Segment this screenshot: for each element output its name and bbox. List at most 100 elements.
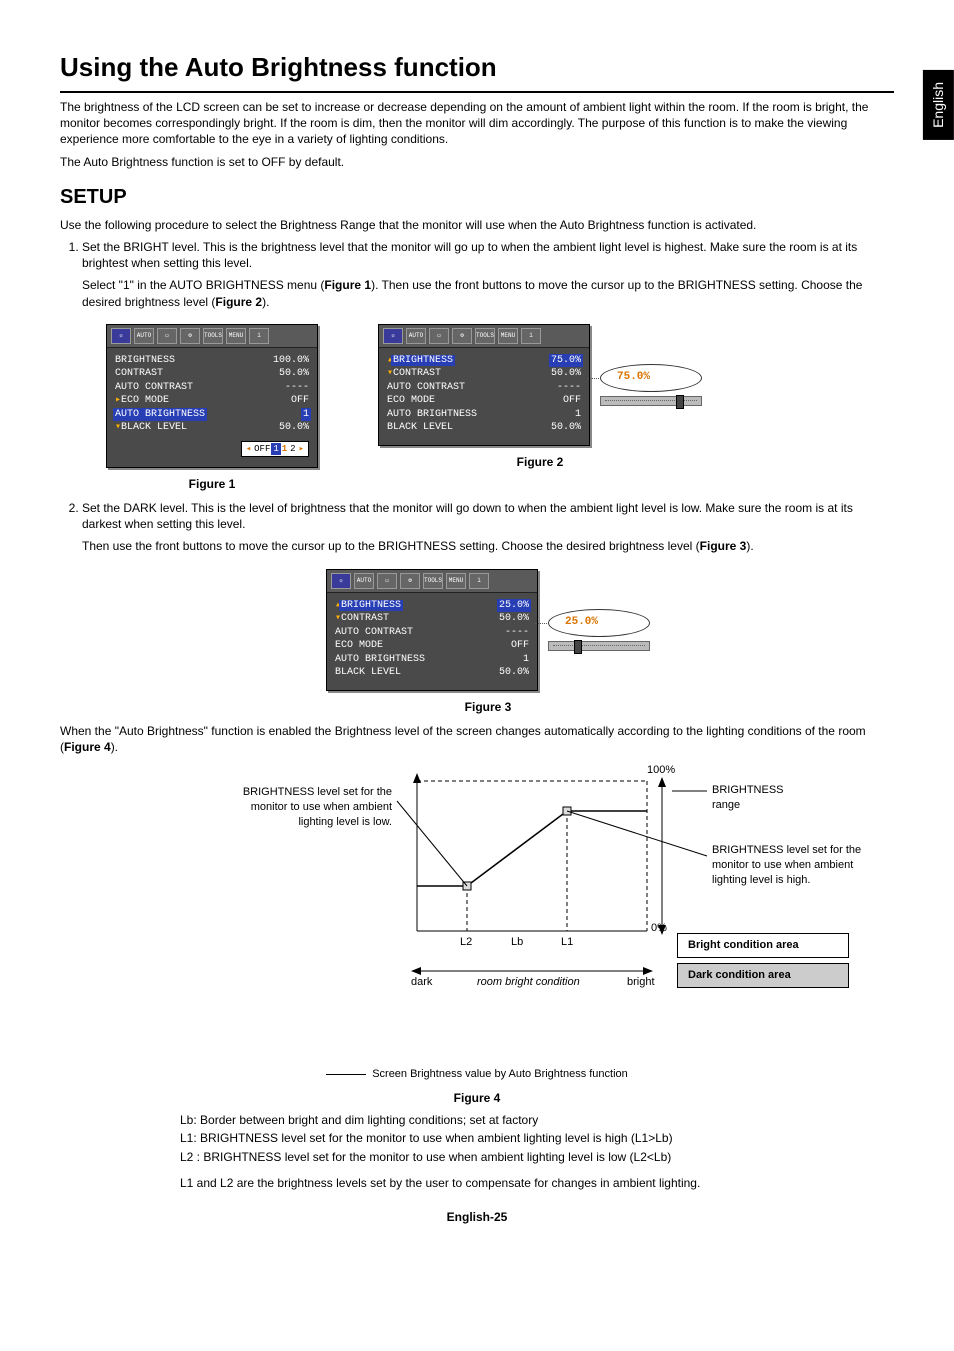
dark-condition-box: Dark condition area (677, 963, 849, 988)
osd-item: AUTO BRIGHTNESS (387, 408, 477, 422)
step-2: Set the DARK level. This is the level of… (82, 500, 894, 715)
osd-tab-icon: AUTO (134, 328, 154, 344)
osd-item: BRIGHTNESS (115, 354, 175, 368)
language-tab: English (923, 70, 954, 140)
slider-thumb-icon (574, 640, 582, 654)
setup-intro: Use the following procedure to select th… (60, 217, 894, 233)
osd-tab-icon: MENU (226, 328, 246, 344)
osd-value: 25.0% (497, 599, 531, 613)
step2b-post: ). (746, 539, 753, 553)
osd-tab-icon: ▭ (377, 573, 397, 589)
figure-1-caption: Figure 1 (189, 476, 236, 492)
osd-item: ECO MODE (387, 394, 435, 408)
osd-tabs: ☼ AUTO ▭ ⚙ TOOLS MENU i (327, 570, 537, 593)
notes-block: Lb: Border between bright and dim lighti… (180, 1112, 894, 1191)
osd-tab-icon: AUTO (354, 573, 374, 589)
osd-item: ECO MODE (121, 395, 169, 406)
page-footer: English-25 (60, 1209, 894, 1225)
osd-panel-fig1: ☼ AUTO ▭ ⚙ TOOLS MENU i BRIGHTNESS 100.0%… (106, 324, 318, 468)
osd-value: 50.0% (551, 421, 581, 435)
diagram-0-label: 0% (651, 921, 667, 936)
osd-tab-icon: MENU (446, 573, 466, 589)
osd-value: 50.0% (499, 612, 529, 626)
step-2-text-b: Then use the front buttons to move the c… (82, 538, 894, 554)
note-l1: L1: BRIGHTNESS level set for the monitor… (180, 1130, 894, 1146)
step-1-text-b: Select "1" in the AUTO BRIGHTNESS menu (… (82, 277, 894, 309)
osd-tab-icon: ☼ (331, 573, 351, 589)
osd-tab-icon: i (469, 573, 489, 589)
page-title: Using the Auto Brightness function (60, 50, 894, 93)
diagram-100-label: 100% (647, 763, 675, 778)
osd-item: AUTO CONTRAST (387, 381, 465, 395)
osd-tab-icon: AUTO (406, 328, 426, 344)
osd-tab-icon: TOOLS (203, 328, 223, 344)
figure-4-caption: Figure 4 (60, 1090, 894, 1106)
osd-value: OFF (563, 394, 581, 408)
osd-value: 1 (575, 408, 581, 422)
value-callout: 75.0% (600, 364, 702, 406)
diagram-l1-label: L1 (561, 935, 573, 950)
osd-value: 50.0% (499, 666, 529, 680)
diagram-bright-label: bright (627, 975, 655, 990)
ref-figure-4: Figure 4 (64, 740, 111, 754)
step1b-post: ). (262, 295, 269, 309)
osd-item: ECO MODE (335, 639, 383, 653)
figure-2: ☼ AUTO ▭ ⚙ TOOLS MENU i ▴BRIGHTNESS75.0%… (378, 324, 702, 492)
diagram-l2-label: L2 (460, 935, 472, 950)
figure-4-diagram: 100% 0% BRIGHTNESS level set for the mon… (167, 761, 787, 1061)
intro-paragraph-2: The Auto Brightness function is set to O… (60, 154, 894, 170)
step-1-text-a: Set the BRIGHT level. This is the bright… (82, 240, 857, 270)
setup-heading: SETUP (60, 184, 894, 211)
osd-tab-icon: ☼ (111, 328, 131, 344)
osd-item-highlighted: BRIGHTNESS (339, 600, 403, 611)
brightness-slider (600, 396, 702, 406)
diagram-legend: Screen Brightness value by Auto Brightne… (60, 1067, 894, 1082)
osd-value: 100.0% (273, 354, 309, 368)
osd-tab-icon: ⚙ (400, 573, 420, 589)
osd-item: AUTO CONTRAST (115, 381, 193, 395)
osd-tabs: ☼ AUTO ▭ ⚙ TOOLS MENU i (107, 325, 317, 348)
figure-3: ☼ AUTO ▭ ⚙ TOOLS MENU i ▴BRIGHTNESS25.0%… (326, 569, 650, 715)
ref-figure-1: Figure 1 (324, 278, 371, 292)
osd-foot-off: OFF (254, 443, 270, 455)
ref-figure-2: Figure 2 (215, 295, 262, 309)
osd-item: CONTRAST (341, 613, 389, 624)
step-1: Set the BRIGHT level. This is the bright… (82, 239, 894, 492)
osd-item: CONTRAST (115, 367, 163, 381)
osd-value: OFF (511, 639, 529, 653)
osd-item-highlighted: AUTO BRIGHTNESS (113, 408, 207, 422)
note-final: L1 and L2 are the brightness levels set … (180, 1175, 894, 1191)
osd-foot-options: ◂ OFF 1 1 2 ▸ (241, 441, 309, 457)
after-p-post: ). (111, 740, 118, 754)
osd-tab-icon: TOOLS (475, 328, 495, 344)
bubble-value: 25.0% (548, 609, 650, 637)
intro-paragraph-1: The brightness of the LCD screen can be … (60, 99, 894, 148)
osd-tab-icon: i (521, 328, 541, 344)
after-p-pre: When the "Auto Brightness" function is e… (60, 724, 866, 754)
osd-item: BLACK LEVEL (335, 666, 401, 680)
diagram-lb-label: Lb (511, 935, 523, 950)
value-callout: 25.0% (548, 609, 650, 651)
osd-value: 50.0% (279, 421, 309, 435)
right-arrow-icon: ▸ (299, 443, 304, 455)
diagram-left-label: BRIGHTNESS level set for the monitor to … (227, 785, 392, 830)
osd-value: ---- (285, 381, 309, 395)
diagram-range-label: BRIGHTNESS range (712, 783, 787, 813)
osd-item: BLACK LEVEL (387, 421, 453, 435)
osd-value: 50.0% (279, 367, 309, 381)
osd-item: AUTO CONTRAST (335, 626, 413, 640)
step2b-pre: Then use the front buttons to move the c… (82, 539, 700, 553)
note-lb: Lb: Border between bright and dim lighti… (180, 1112, 894, 1128)
osd-tab-icon: ⚙ (452, 328, 472, 344)
diagram-dark-label: dark (411, 975, 432, 990)
osd-foot-right: 1 (282, 443, 287, 455)
bright-condition-box: Bright condition area (677, 933, 849, 958)
brightness-slider (548, 641, 650, 651)
osd-tab-icon: i (249, 328, 269, 344)
osd-tab-icon: ▭ (157, 328, 177, 344)
osd-value: 50.0% (551, 367, 581, 381)
osd-item-highlighted: BRIGHTNESS (391, 355, 455, 366)
osd-panel-fig2: ☼ AUTO ▭ ⚙ TOOLS MENU i ▴BRIGHTNESS75.0%… (378, 324, 590, 446)
figure-3-caption: Figure 3 (465, 699, 512, 715)
osd-value: 75.0% (549, 354, 583, 368)
